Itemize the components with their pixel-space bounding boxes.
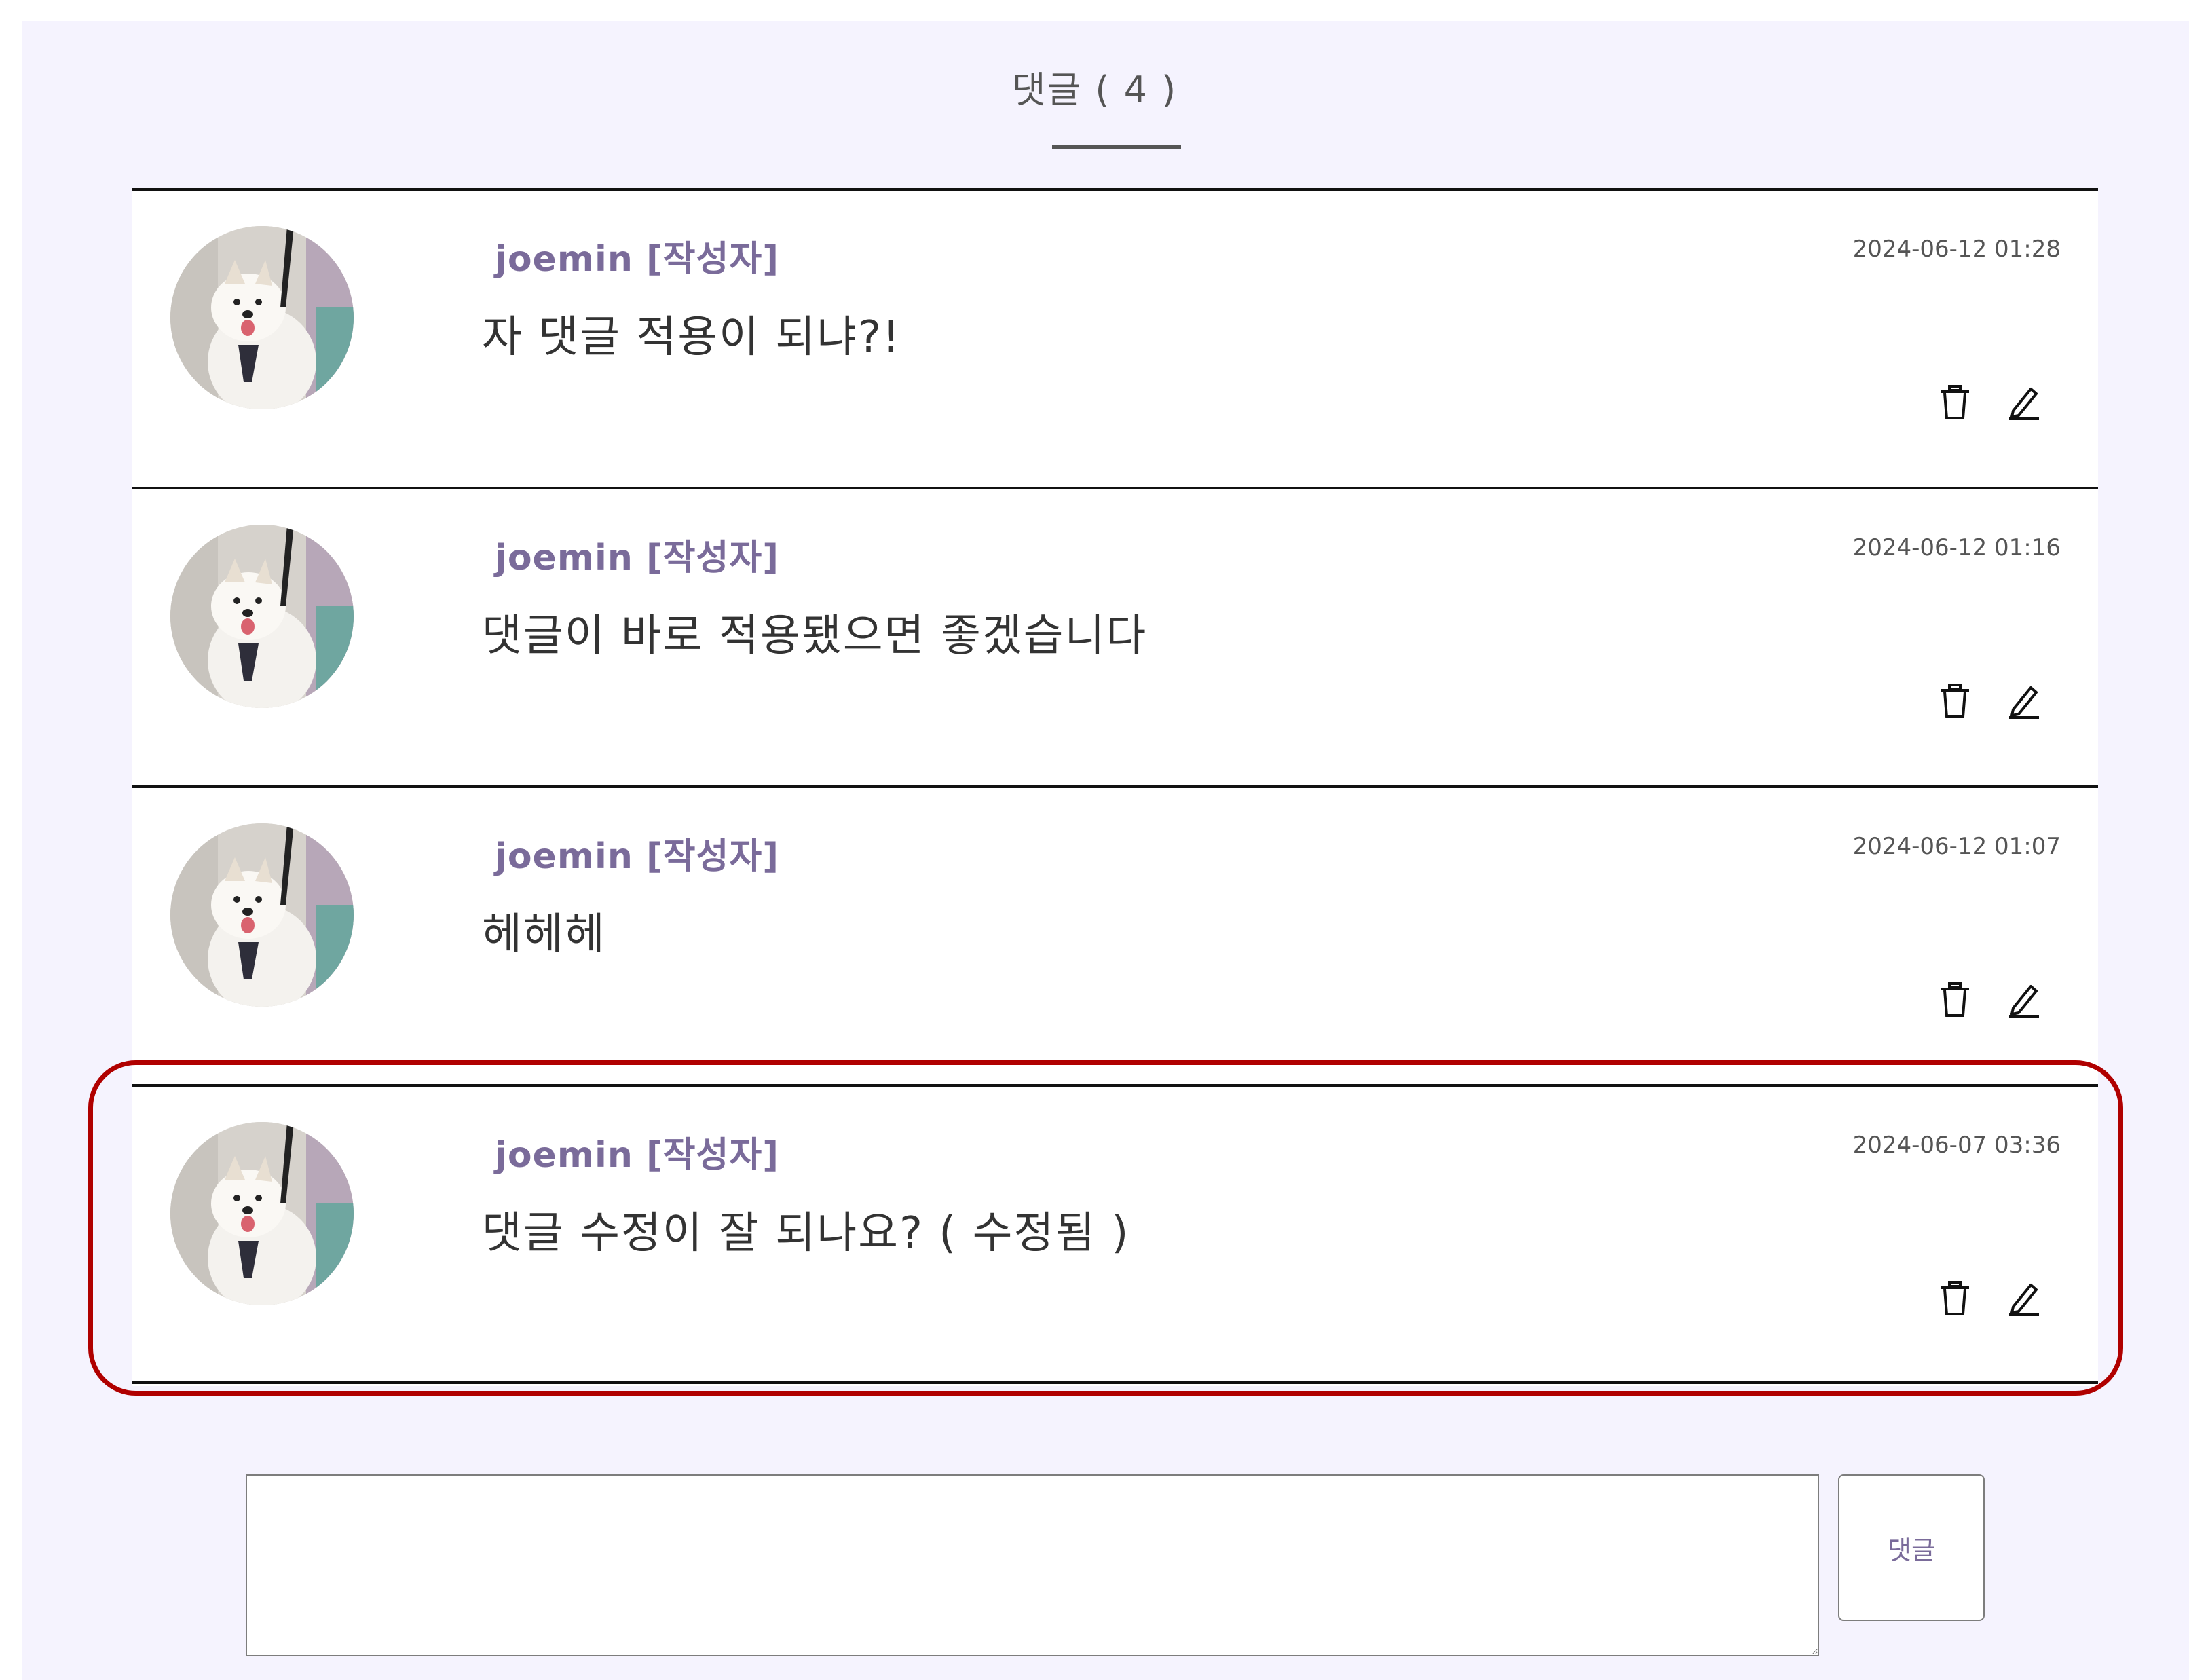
avatar [170,226,354,409]
comment-date: 2024-06-12 01:16 [1852,534,2061,561]
pencil-icon [2009,1284,2039,1316]
delete-button[interactable] [1933,679,1977,723]
comment-content: 자 댓글 적용이 되냐?! [482,312,901,362]
avatar [170,525,354,708]
comment-date: 2024-06-12 01:28 [1852,236,2061,263]
trash-icon [1941,1281,1969,1315]
comment-item: joemin [작성자] 헤헤헤 2024-06-12 01:07 [132,785,2098,1087]
comment-author: joemin [작성자] [495,1135,779,1176]
edit-button[interactable] [2002,1277,2046,1320]
submit-comment-button[interactable]: 댓글 [1838,1474,1985,1621]
comment-date: 2024-06-12 01:07 [1852,833,2061,860]
list-bottom-divider [132,1381,2098,1384]
comment-item: joemin [작성자] 댓글 수정이 잘 되나요? ( 수정됨 ) 2024-… [132,1084,2098,1386]
trash-icon [1941,385,1969,419]
trash-icon [1941,684,1969,718]
comment-content: 댓글이 바로 적용됐으면 좋겠습니다 [482,611,1148,661]
pencil-icon [2009,985,2039,1018]
delete-button[interactable] [1933,978,1977,1022]
comment-item: joemin [작성자] 댓글이 바로 적용됐으면 좋겠습니다 2024-06-… [132,487,2098,789]
edit-button[interactable] [2002,679,2046,723]
comment-author: joemin [작성자] [495,538,779,578]
delete-button[interactable] [1933,381,1977,424]
comment-author: joemin [작성자] [495,836,779,877]
comment-content: 댓글 수정이 잘 되나요? ( 수정됨 ) [482,1208,1130,1258]
comments-heading: 댓글 ( 4 ) [1011,69,1178,111]
comment-author: joemin [작성자] [495,239,779,280]
pencil-icon [2009,686,2039,719]
delete-button[interactable] [1933,1277,1977,1320]
avatar [170,823,354,1007]
edit-button[interactable] [2002,978,2046,1022]
comment-content: 헤헤헤 [482,910,606,960]
pencil-icon [2009,388,2039,420]
comment-item: joemin [작성자] 자 댓글 적용이 되냐?! 2024-06-12 01… [132,188,2098,490]
avatar [170,1122,354,1305]
comment-textarea[interactable] [246,1474,1819,1656]
edit-button[interactable] [2002,381,2046,424]
heading-underline [1052,145,1181,149]
comment-date: 2024-06-07 03:36 [1852,1132,2061,1159]
trash-icon [1941,982,1969,1017]
